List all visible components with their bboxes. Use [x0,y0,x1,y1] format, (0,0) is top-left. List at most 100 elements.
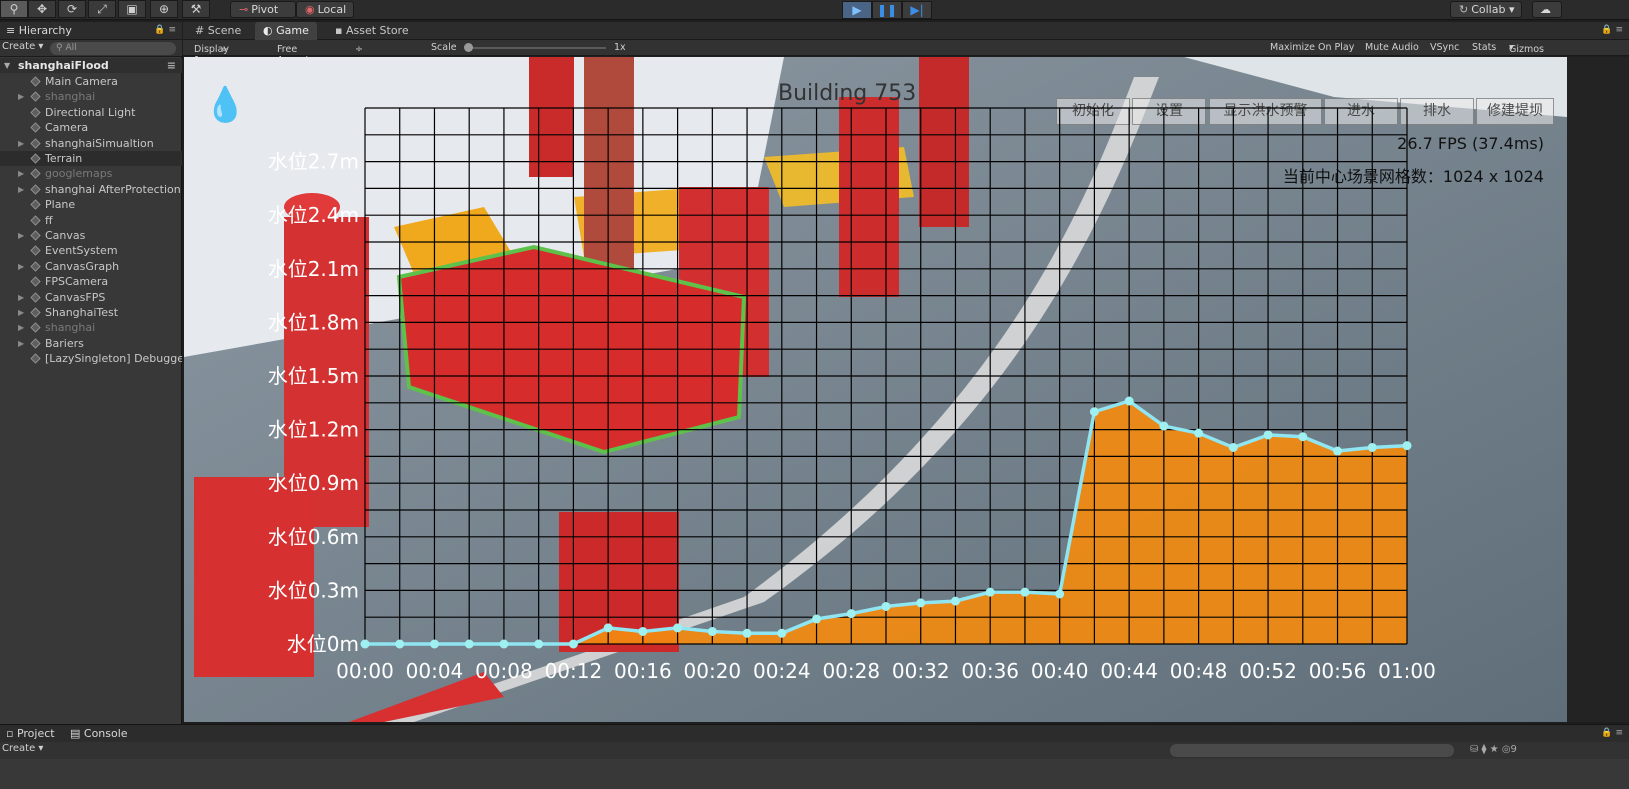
project-create-dropdown[interactable]: Create ▾ [2,743,43,754]
scale-tool-icon[interactable]: ⤢ [88,0,116,18]
create-dropdown[interactable]: Create ▾ [2,41,43,52]
expand-arrow-icon[interactable]: ▶ [18,166,24,181]
expand-arrow-icon[interactable]: ▼ [4,58,10,73]
tab-project[interactable]: ▫ Project [0,725,55,743]
hierarchy-item[interactable]: ▶ googlemaps [0,166,182,181]
pause-button[interactable]: ❚❚ [872,1,902,19]
data-point [777,628,787,638]
y-tick-label: 水位2.4m [268,203,359,227]
main-toolbar: ⚲ ✥ ⟳ ⤢ ▣ ⊕ ⚒ ⊸ Pivot ◉ Local ▶ ❚❚ ▶| ↻ Col… [0,0,1629,20]
hierarchy-item[interactable]: Terrain [0,151,182,167]
vsync-toggle[interactable]: VSync [1430,42,1459,53]
water-level-chart: 水位0m 水位0.3m 水位0.6m 水位0.9m 水位1.2m 水位1.5m 水位1.8m… [268,107,1436,683]
collab-dropdown[interactable]: ↻ Collab ▾ [1450,1,1522,18]
data-point [1298,432,1308,442]
hierarchy-item[interactable]: ▶ shanghai AfterProtection [0,182,182,197]
move-tool-icon[interactable]: ✥ [28,0,56,18]
create-label: Create [2,41,36,52]
hierarchy-item[interactable]: ▶ Bariers [0,336,182,351]
scene-root-row[interactable]: ▼ shanghaiFlood ≡ [0,58,182,73]
local-toggle[interactable]: ◉ Local [296,1,354,18]
x-tick-label: 00:44 [1100,659,1158,683]
expand-arrow-icon[interactable]: ▶ [18,136,24,151]
expand-arrow-icon[interactable]: ▶ [18,336,24,351]
mute-audio-toggle[interactable]: Mute Audio [1365,42,1419,53]
gameobject-cube-icon [30,307,41,318]
stats-toggle[interactable]: Stats [1472,42,1496,53]
cloud-button[interactable]: ☁ [1532,1,1562,18]
hierarchy-tab[interactable]: ≡ Hierarchy [0,22,72,40]
search-placeholder: All [65,43,77,53]
scale-slider-handle[interactable] [464,43,473,52]
hierarchy-item[interactable]: ff [0,213,182,228]
hierarchy-item-label: [LazySingleton] Debugger [45,352,182,366]
hierarchy-item[interactable]: ▶ shanghai [0,89,182,104]
game-icon: ◐ [263,24,273,37]
x-tick-label: 00:56 [1309,659,1367,683]
transform-tool-icon[interactable]: ⊕ [150,0,178,18]
pivot-icon: ⊸ [239,3,249,16]
step-button[interactable]: ▶| [902,1,932,19]
gizmos-dropdown[interactable]: Gizmos ▾ [1509,42,1544,55]
hierarchy-search-input[interactable]: ⚲ All [50,42,176,55]
hierarchy-item[interactable]: FPSCamera [0,274,182,289]
hierarchy-item[interactable]: Plane [0,197,182,212]
data-point [395,639,405,649]
hierarchy-item[interactable]: Main Camera [0,74,182,89]
hierarchy-tab-label: Hierarchy [18,24,72,37]
bottom-tabbar: ▫ Project ▤ Console 🔒 ≡ [0,724,1629,742]
maximize-on-play-toggle[interactable]: Maximize On Play [1270,42,1354,53]
y-tick-label: 水位0.6m [268,525,359,549]
right-dark-strip [1567,57,1629,722]
gameobject-cube-icon [30,91,41,102]
tab-asset-store[interactable]: ▪ Asset Store [327,22,417,40]
game-viewport[interactable]: Building 753 💧 初始化 设置 显示洪水预警 进水 排水 修建堤坝 26.7 … [184,57,1567,722]
x-tick-label: 01:00 [1378,659,1436,683]
hierarchy-item-label: shanghai [45,90,96,104]
tab-game[interactable]: ◐ Game [255,22,317,40]
play-button[interactable]: ▶ [842,1,872,19]
hierarchy-item-label: Main Camera [45,75,118,88]
expand-arrow-icon[interactable]: ▶ [18,228,24,243]
hierarchy-item[interactable]: ▶ CanvasFPS [0,290,182,305]
hierarchy-item-label: shanghai AfterProtection [45,182,181,196]
collab-label: Collab [1471,3,1506,16]
expand-arrow-icon[interactable]: ▶ [18,305,24,320]
expand-arrow-icon[interactable]: ▶ [18,290,24,305]
project-search-input[interactable] [1170,744,1454,757]
data-point [1228,442,1238,452]
expand-arrow-icon[interactable]: ▶ [18,259,24,274]
bottom-panel-menu-icon[interactable]: 🔒 ≡ [1601,728,1623,738]
panel-menu-icon[interactable]: 🔒 ≡ [154,25,176,35]
hierarchy-item[interactable]: Directional Light [0,105,182,120]
project-filter-icons[interactable]: ⛁ ⧫ ★ ◎9 [1470,744,1517,755]
data-point [360,639,370,649]
data-point [429,639,439,649]
gameobject-cube-icon [30,138,41,149]
gameobject-cube-icon [30,292,41,303]
rect-tool-icon[interactable]: ▣ [118,0,146,18]
expand-arrow-icon[interactable]: ▶ [18,89,24,104]
hierarchy-item[interactable]: [LazySingleton] Debugger [0,351,182,366]
rotate-tool-icon[interactable]: ⟳ [58,0,86,18]
hierarchy-item[interactable]: ▶ ShanghaiTest [0,305,182,320]
collab-icon: ↻ [1459,3,1469,16]
hierarchy-item[interactable]: ▶ shanghai [0,320,182,335]
tab-console[interactable]: ▤ Console [64,725,128,743]
expand-arrow-icon[interactable]: ▶ [18,320,24,335]
game-tabbar: # Scene ◐ Game ▪ Asset Store 🔒 ≡ [183,22,1629,40]
scene-name: shanghaiFlood [18,59,109,72]
scale-slider-track[interactable] [466,47,606,49]
pivot-toggle[interactable]: ⊸ Pivot [230,1,296,18]
game-panel-menu-icon[interactable]: 🔒 ≡ [1601,25,1623,35]
expand-arrow-icon[interactable]: ▶ [18,182,24,197]
hierarchy-item[interactable]: ▶ shanghaiSimualtion [0,136,182,151]
scene-menu-icon[interactable]: ≡ [167,58,176,73]
hierarchy-item[interactable]: ▶ CanvasGraph [0,259,182,274]
tab-scene[interactable]: # Scene [187,22,249,40]
hierarchy-item[interactable]: Camera [0,120,182,135]
hierarchy-item[interactable]: ▶ Canvas [0,228,182,243]
hierarchy-item[interactable]: EventSystem [0,243,182,258]
hand-tool-icon[interactable]: ⚲ [0,0,28,18]
custom-tool-icon[interactable]: ⚒ [182,0,210,18]
